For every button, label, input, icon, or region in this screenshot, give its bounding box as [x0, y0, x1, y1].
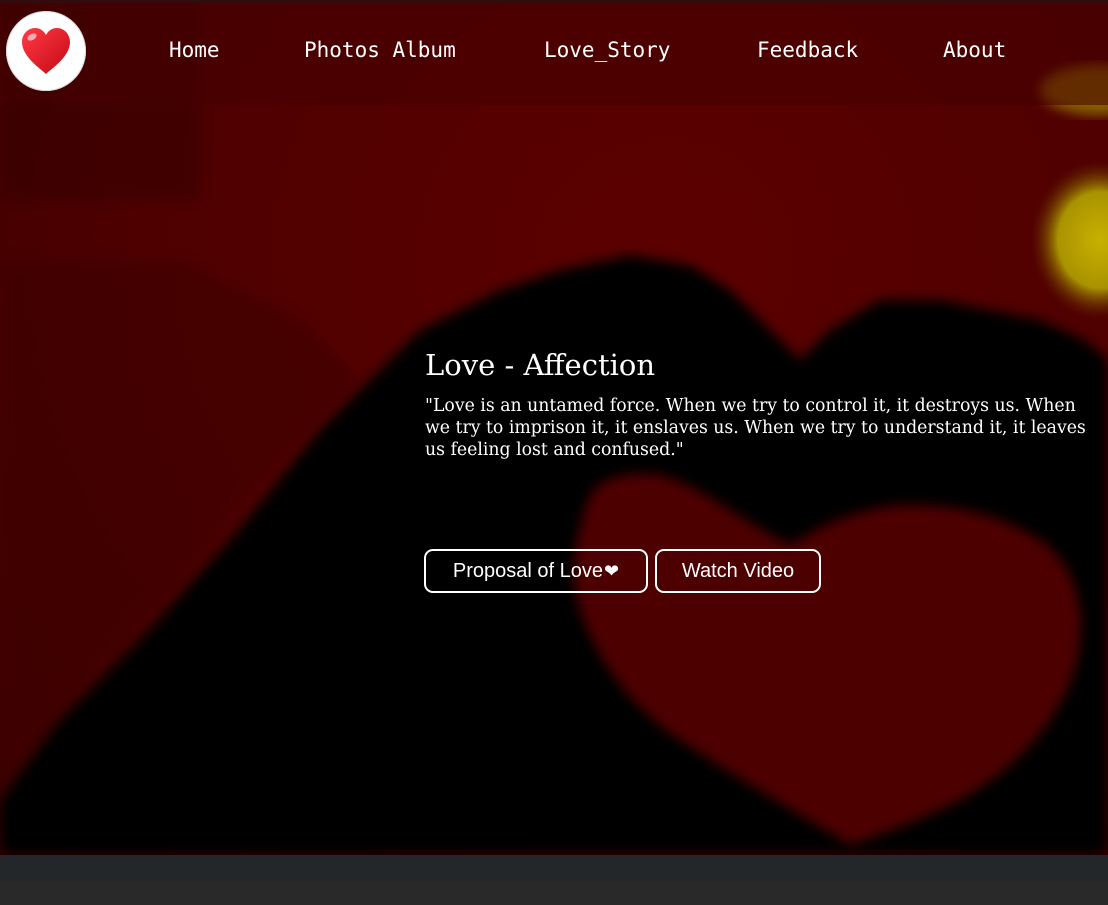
footer-inner [0, 881, 1108, 905]
nav-link-love-story[interactable]: Love_Story [544, 38, 670, 62]
nav-link-about[interactable]: About [943, 38, 1006, 62]
navbar: Home Photos Album Love_Story Feedback Ab… [0, 0, 1108, 105]
proposal-of-love-button[interactable]: Proposal of Love ❤ [424, 549, 648, 593]
logo[interactable] [6, 11, 86, 91]
page: Home Photos Album Love_Story Feedback Ab… [0, 0, 1108, 905]
nav-link-photos-album[interactable]: Photos Album [304, 38, 456, 62]
footer-strip [0, 855, 1108, 905]
nav-link-feedback[interactable]: Feedback [757, 38, 858, 62]
heart-icon: ❤ [604, 560, 620, 581]
heart-icon [22, 28, 70, 74]
watch-video-label: Watch Video [681, 559, 795, 582]
watch-video-button[interactable]: Watch Video [655, 549, 821, 593]
proposal-button-label: Proposal of Love [452, 559, 603, 582]
nav-link-home[interactable]: Home [169, 38, 220, 62]
hero-title: Love - Affection [425, 348, 656, 382]
hero-content: Love - Affection "Love is an untamed for… [425, 345, 1095, 461]
hero-quote: "Love is an untamed force. When we try t… [425, 396, 1086, 460]
